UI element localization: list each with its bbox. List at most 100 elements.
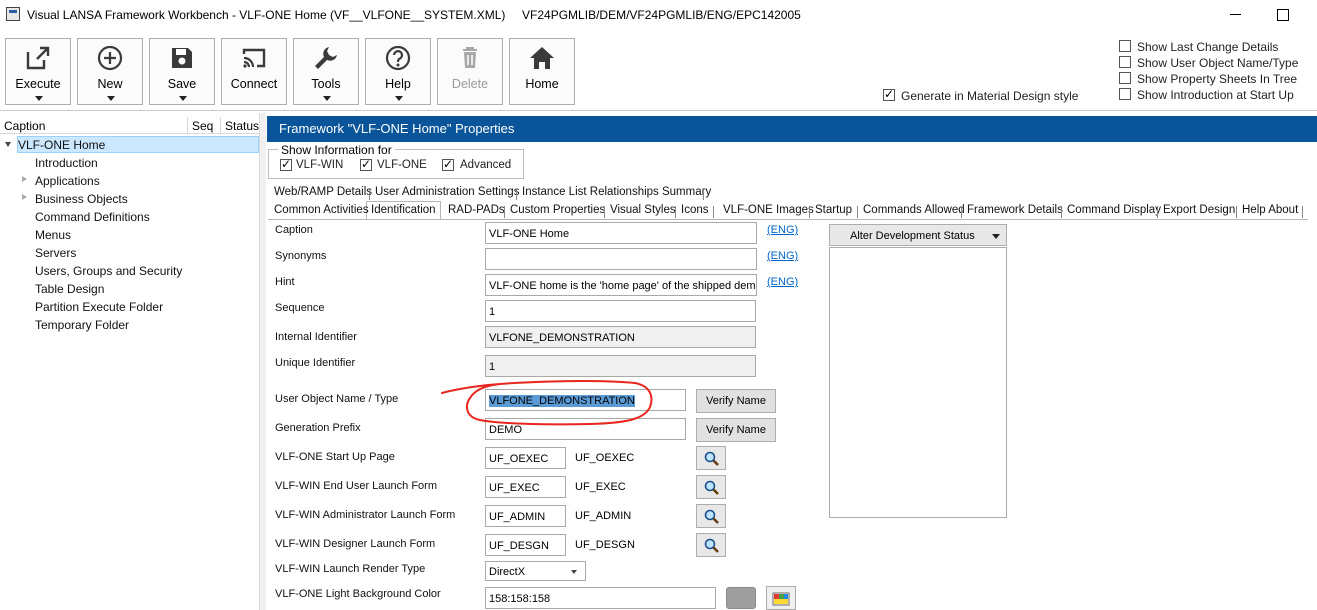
home-button[interactable]: Home bbox=[509, 38, 575, 105]
win-user-form-display: UF_EXEC bbox=[575, 481, 626, 493]
tab-framework-details[interactable]: Framework Details bbox=[967, 204, 1063, 216]
show-last-change-checkbox[interactable] bbox=[1119, 40, 1131, 52]
development-status-list[interactable] bbox=[829, 247, 1007, 518]
tree-item-table-design[interactable]: Table Design bbox=[35, 282, 104, 296]
caption-eng-link[interactable]: (ENG) bbox=[767, 224, 798, 236]
startup-page-display: UF_OEXEC bbox=[575, 452, 635, 464]
status-column-header[interactable]: Status bbox=[225, 119, 259, 133]
execute-button[interactable]: Execute bbox=[5, 38, 71, 105]
tab-divider bbox=[1157, 206, 1158, 218]
tree-expand-toggle[interactable] bbox=[22, 194, 27, 200]
tab-common-activities[interactable]: Common Activities bbox=[274, 204, 369, 216]
win-admin-form-label: VLF-WIN Administrator Launch Form bbox=[275, 509, 456, 521]
connect-button[interactable]: Connect bbox=[221, 38, 287, 105]
tree-item-users-groups-security[interactable]: Users, Groups and Security bbox=[35, 264, 182, 278]
win-user-form-lookup-button[interactable] bbox=[696, 475, 726, 499]
tab-vlf-one-images[interactable]: VLF-ONE Images bbox=[723, 204, 814, 216]
light-bg-swatch[interactable] bbox=[726, 587, 756, 609]
generation-prefix-label: Generation Prefix bbox=[275, 422, 361, 434]
tab-user-administration-settings[interactable]: User Administration Settings bbox=[375, 186, 519, 198]
plus-circle-icon bbox=[78, 44, 142, 72]
vlf-one-label: VLF-ONE bbox=[377, 159, 427, 171]
maximize-button[interactable] bbox=[1270, 4, 1294, 24]
magnifier-icon bbox=[704, 509, 719, 524]
save-button[interactable]: Save bbox=[149, 38, 215, 105]
tree-expand-toggle[interactable] bbox=[22, 176, 27, 182]
delete-button[interactable]: Delete bbox=[437, 38, 503, 105]
tools-button[interactable]: Tools bbox=[293, 38, 359, 105]
color-picker-button[interactable] bbox=[766, 586, 796, 610]
help-button[interactable]: Help bbox=[365, 38, 431, 105]
tree-item-temporary-folder[interactable]: Temporary Folder bbox=[35, 318, 129, 332]
tab-icons[interactable]: Icons bbox=[681, 204, 709, 216]
tree-item-servers[interactable]: Servers bbox=[35, 246, 76, 260]
win-designer-form-lookup-button[interactable] bbox=[696, 533, 726, 557]
verify-name-button[interactable]: Verify Name bbox=[696, 389, 776, 413]
win-admin-form-lookup-button[interactable] bbox=[696, 504, 726, 528]
show-user-object-checkbox[interactable] bbox=[1119, 56, 1131, 68]
vlf-win-checkbox[interactable] bbox=[280, 157, 292, 171]
show-introduction-label: Show Introduction at Start Up bbox=[1137, 88, 1294, 102]
show-property-sheets-label: Show Property Sheets In Tree bbox=[1137, 72, 1298, 86]
sequence-input[interactable]: 1 bbox=[485, 300, 756, 322]
show-last-change-label: Show Last Change Details bbox=[1137, 40, 1279, 54]
render-type-select[interactable]: DirectX bbox=[485, 561, 586, 581]
show-property-sheets-checkbox[interactable] bbox=[1119, 72, 1131, 84]
tab-commands-allowed[interactable]: Commands Allowed bbox=[863, 204, 965, 216]
verify-name-button[interactable]: Verify Name bbox=[696, 418, 776, 442]
win-designer-form-label: VLF-WIN Designer Launch Form bbox=[275, 538, 436, 550]
tab-rad-pads[interactable]: RAD-PADs bbox=[448, 204, 505, 216]
tree-item-applications[interactable]: Applications bbox=[35, 174, 100, 188]
tab-help-about[interactable]: Help About bbox=[1242, 204, 1298, 216]
generate-material-checkbox[interactable] bbox=[883, 87, 895, 101]
tree-item-menus[interactable]: Menus bbox=[35, 228, 71, 242]
win-designer-form-input[interactable]: UF_DESGN bbox=[485, 534, 566, 556]
tree-item-introduction[interactable]: Introduction bbox=[35, 156, 98, 170]
tree-item-root[interactable]: VLF-ONE Home bbox=[18, 138, 105, 152]
tab-web-ramp-details[interactable]: Web/RAMP Details bbox=[274, 186, 372, 198]
tab-divider bbox=[1236, 206, 1237, 218]
tab-startup[interactable]: Startup bbox=[815, 204, 852, 216]
tab-export-design[interactable]: Export Design bbox=[1163, 204, 1235, 216]
unique-identifier-label: Unique Identifier bbox=[275, 357, 356, 369]
vlf-one-checkbox[interactable] bbox=[360, 157, 372, 171]
tab-divider bbox=[1302, 206, 1303, 218]
app-icon bbox=[6, 7, 20, 21]
win-user-form-input[interactable]: UF_EXEC bbox=[485, 476, 566, 498]
hint-input[interactable]: VLF-ONE home is the 'home page' of the s… bbox=[485, 274, 757, 296]
advanced-checkbox[interactable] bbox=[442, 157, 454, 171]
tab-divider bbox=[516, 188, 517, 200]
column-divider[interactable] bbox=[187, 117, 188, 134]
tree-item-command-definitions[interactable]: Command Definitions bbox=[35, 210, 150, 224]
tree-expand-toggle[interactable] bbox=[5, 142, 11, 147]
column-divider[interactable] bbox=[220, 117, 221, 134]
hint-eng-link[interactable]: (ENG) bbox=[767, 276, 798, 288]
tree-header: Caption Seq Status bbox=[0, 117, 259, 134]
caption-column-header[interactable]: Caption bbox=[4, 119, 45, 133]
startup-page-lookup-button[interactable] bbox=[696, 446, 726, 470]
tree-item-partition-execute-folder[interactable]: Partition Execute Folder bbox=[35, 300, 163, 314]
minimize-button[interactable] bbox=[1224, 4, 1248, 24]
tab-instance-list-relationships[interactable]: Instance List Relationships Summary bbox=[522, 186, 711, 198]
tab-command-display[interactable]: Command Display bbox=[1067, 204, 1161, 216]
alter-development-status-button[interactable]: Alter Development Status bbox=[829, 224, 1007, 246]
light-bg-input[interactable]: 158:158:158 bbox=[485, 587, 716, 609]
tab-identification[interactable]: Identification bbox=[371, 204, 436, 216]
chevron-down-icon bbox=[395, 96, 403, 101]
startup-page-input[interactable]: UF_OEXEC bbox=[485, 447, 566, 469]
win-admin-form-input[interactable]: UF_ADMIN bbox=[485, 505, 566, 527]
magnifier-icon bbox=[704, 538, 719, 553]
caption-input[interactable]: VLF-ONE Home bbox=[485, 222, 757, 244]
new-button[interactable]: New bbox=[77, 38, 143, 105]
tree-item-business-objects[interactable]: Business Objects bbox=[35, 192, 128, 206]
title-bar: Visual LANSA Framework Workbench - VLF-O… bbox=[0, 0, 1317, 30]
synonyms-input[interactable] bbox=[485, 248, 757, 270]
tab-custom-properties[interactable]: Custom Properties bbox=[510, 204, 605, 216]
home-icon bbox=[510, 44, 574, 72]
show-introduction-checkbox[interactable] bbox=[1119, 88, 1131, 100]
caption-label: Caption bbox=[275, 224, 313, 236]
splitter[interactable] bbox=[259, 113, 266, 610]
tab-visual-styles[interactable]: Visual Styles bbox=[610, 204, 676, 216]
seq-column-header[interactable]: Seq bbox=[192, 119, 213, 133]
synonyms-eng-link[interactable]: (ENG) bbox=[767, 250, 798, 262]
